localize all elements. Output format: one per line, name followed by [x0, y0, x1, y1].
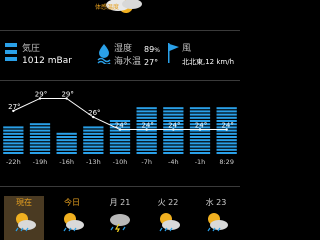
x-tick-label: 8:29: [219, 158, 234, 166]
wind-flag-icon: [168, 43, 179, 63]
x-tick-label: -10h: [113, 158, 128, 166]
pressure-label: 気圧: [22, 44, 41, 54]
history-bar: [3, 126, 24, 154]
history-bar: [83, 126, 104, 154]
x-tick-label: -19h: [33, 158, 48, 166]
history-chart: 27° 29° 29° 26° 24° 24° 24° 24° 24° -22h -19h -16h -…: [3, 90, 237, 166]
x-tick-label: -4h: [168, 158, 179, 166]
humidity-icon: [97, 44, 111, 64]
wind-label: 風: [182, 44, 192, 54]
divider: [0, 186, 240, 187]
water-temp-value: 27°: [144, 58, 159, 67]
forecast-tab-label: 水 23: [205, 198, 227, 207]
current-weather-strip: 体感温度: [0, 0, 240, 30]
history-bar: [29, 123, 51, 154]
temperature-label: 27°: [8, 103, 20, 111]
temperature-label: 24°: [195, 122, 207, 130]
wind-value: 北北東,12 km/h: [182, 58, 235, 66]
x-tick-label: -16h: [59, 158, 74, 166]
forecast-tab[interactable]: 火 22: [148, 196, 188, 240]
forecast-tabs: 現在 今日 月 21 火 22 水 23: [0, 196, 240, 240]
divider: [0, 80, 240, 81]
forecast-tab[interactable]: 月 21: [100, 196, 140, 240]
x-tick-label: -7h: [141, 158, 152, 166]
forecast-tab[interactable]: 水 23: [196, 196, 236, 240]
divider: [0, 30, 240, 31]
history-bar: [56, 132, 77, 154]
temperature-label: 29°: [35, 90, 47, 98]
forecast-tab-label: 現在: [16, 198, 32, 207]
forecast-tab[interactable]: 今日: [52, 196, 92, 240]
temperature-label: 29°: [61, 90, 73, 98]
temperature-label: 26°: [88, 109, 100, 117]
pressure-value: 1012 mBar: [22, 56, 72, 66]
x-tick-label: -22h: [6, 158, 21, 166]
pressure-icon: [5, 43, 17, 61]
thunderstorm-icon: [107, 210, 133, 234]
forecast-tab[interactable]: 現在: [4, 196, 44, 240]
temperature-label: 24°: [168, 122, 180, 130]
forecast-tab-label: 今日: [64, 198, 80, 207]
temperature-label: 24°: [115, 122, 127, 130]
sun-rain-icon: [11, 210, 37, 232]
humidity-value: 89%: [144, 45, 160, 54]
forecast-tab-label: 月 21: [109, 198, 131, 207]
temperature-label: 24°: [141, 122, 153, 130]
sun-rain-icon: [155, 210, 181, 232]
water-temp-label: 海水温: [114, 57, 142, 67]
temperature-label: 24°: [221, 122, 233, 130]
x-tick-label: -13h: [86, 158, 101, 166]
feels-like-label: 体感温度: [95, 4, 120, 11]
sun-rain-icon: [203, 210, 229, 232]
sun-rain-icon: [59, 210, 85, 232]
x-tick-label: -1h: [195, 158, 206, 166]
forecast-tab-label: 火 22: [157, 198, 179, 207]
humidity-label: 湿度: [114, 44, 133, 54]
